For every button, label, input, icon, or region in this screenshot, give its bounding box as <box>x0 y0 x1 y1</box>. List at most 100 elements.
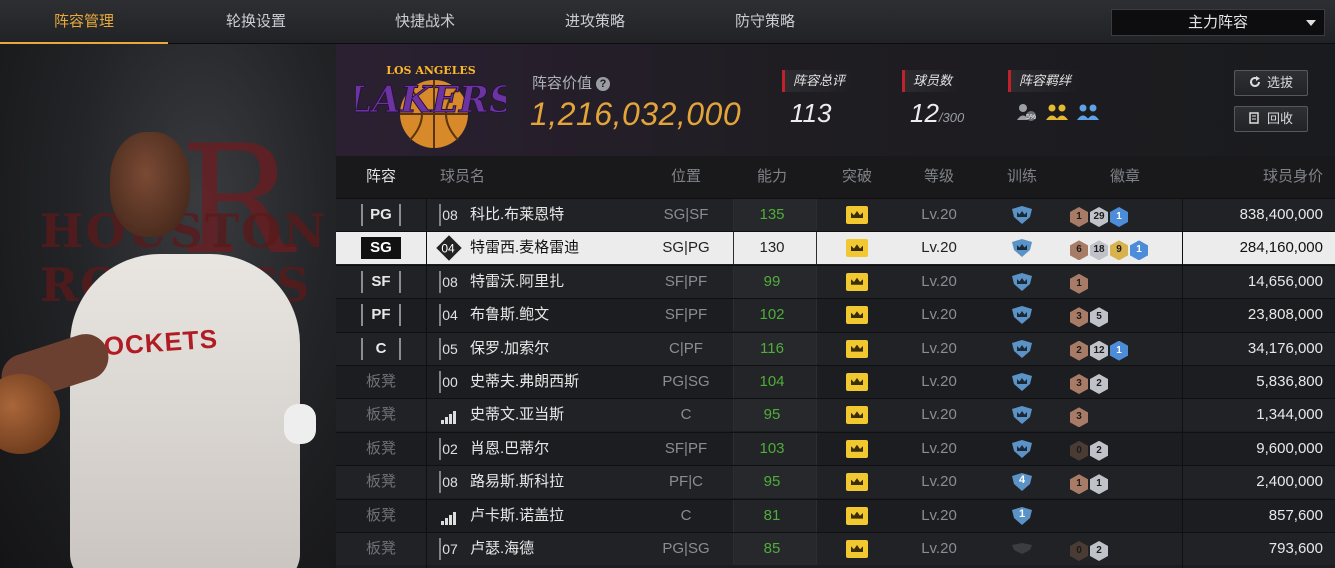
player-name[interactable]: 卢瑟.海德 <box>470 533 650 565</box>
table-row[interactable]: 板凳 00 史蒂夫.弗朗西斯 PG|SG 104 Lv.20 3 2 5,836,800 <box>336 365 1335 398</box>
badge-bronze-icon[interactable]: 6 <box>1070 240 1088 261</box>
badge-dark-icon[interactable]: 0 <box>1070 440 1088 461</box>
training-shield-icon[interactable] <box>1010 239 1034 258</box>
badge-bronze-icon[interactable]: 1 <box>1070 474 1088 495</box>
bond-people-grey-icon[interactable]: 5% <box>1016 102 1038 122</box>
badge-silver-icon[interactable]: 18 <box>1090 240 1108 261</box>
table-row[interactable]: PF 04 布鲁斯.鲍文 SF|PF 102 Lv.20 3 5 23,808,000 <box>336 298 1335 332</box>
crown-icon[interactable] <box>846 406 868 425</box>
badge-blue-icon[interactable]: 1 <box>1110 207 1128 227</box>
training-shield-icon[interactable] <box>1010 406 1034 425</box>
badge-silver-icon[interactable]: 5 <box>1090 307 1108 328</box>
tab-quick-tactics[interactable]: 快捷战术 <box>340 0 510 44</box>
crown-icon[interactable] <box>846 506 868 525</box>
training-shield-icon[interactable]: 4 <box>1010 473 1034 492</box>
badge-bronze-icon[interactable]: 3 <box>1070 374 1088 394</box>
tab-defense-strategy[interactable]: 防守策略 <box>680 0 850 44</box>
player-name[interactable]: 科比.布莱恩特 <box>470 199 650 231</box>
header-badges[interactable]: 徽章 <box>1070 156 1180 198</box>
player-name[interactable]: 史蒂文.亚当斯 <box>470 399 650 431</box>
training-shield-icon[interactable] <box>1010 272 1034 291</box>
badge-silver-icon[interactable]: 2 <box>1090 541 1108 561</box>
crown-icon[interactable] <box>846 473 868 492</box>
bench-slot-label[interactable]: 板凳 <box>366 473 396 490</box>
player-name[interactable]: 肖恩.巴蒂尔 <box>470 433 650 465</box>
table-row[interactable]: SG 04 特雷西.麦格雷迪 SG|PG 130 Lv.20 6 18 9 1 284,160,00… <box>336 231 1335 265</box>
badge-silver-icon[interactable]: 2 <box>1090 440 1108 461</box>
badge-bronze-icon[interactable]: 1 <box>1070 273 1088 294</box>
crown-icon[interactable] <box>846 239 868 258</box>
crown-icon[interactable] <box>846 439 868 458</box>
tab-lineup-management[interactable]: 阵容管理 <box>0 0 168 44</box>
crown-icon[interactable] <box>846 373 868 391</box>
bond-people-gold-icon[interactable] <box>1046 102 1069 122</box>
badge-gold-icon[interactable]: 9 <box>1110 240 1128 261</box>
lineup-slot-badge[interactable]: PG <box>361 204 401 226</box>
badge-silver-icon[interactable]: 29 <box>1090 207 1108 227</box>
badge-silver-icon[interactable]: 1 <box>1090 474 1108 495</box>
training-shield-empty-icon[interactable] <box>1010 540 1034 558</box>
player-name[interactable]: 特雷西.麦格雷迪 <box>470 232 650 264</box>
tab-offense-strategy[interactable]: 进攻策略 <box>510 0 680 44</box>
recycle-button[interactable]: 回收 <box>1234 106 1308 132</box>
badge-bronze-icon[interactable]: 2 <box>1070 340 1088 361</box>
bench-slot-label[interactable]: 板凳 <box>366 406 396 423</box>
bond-people-blue-icon[interactable] <box>1076 102 1099 122</box>
player-name[interactable]: 史蒂夫.弗朗西斯 <box>470 366 650 398</box>
header-training[interactable]: 训练 <box>981 156 1063 198</box>
crown-icon[interactable] <box>846 272 868 291</box>
badge-bronze-icon[interactable]: 3 <box>1070 407 1088 428</box>
badge-blue-icon[interactable]: 1 <box>1110 340 1128 361</box>
training-shield-icon[interactable] <box>1010 439 1034 458</box>
header-player-name[interactable]: 球员名 <box>440 156 500 198</box>
badge-silver-icon[interactable]: 2 <box>1090 374 1108 394</box>
header-breakthrough[interactable]: 突破 <box>817 156 897 198</box>
table-row[interactable]: SF 08 特雷沃.阿里扎 SF|PF 99 Lv.20 1 14,656,000 <box>336 264 1335 298</box>
bench-slot-label[interactable]: 板凳 <box>366 440 396 457</box>
table-row[interactable]: 板凳 卢卡斯.诺盖拉 C 81 Lv.20 1 857,600 <box>336 498 1335 532</box>
header-ability[interactable]: 能力 <box>733 156 811 198</box>
bench-slot-label[interactable]: 板凳 <box>366 373 396 390</box>
table-row[interactable]: 板凳 07 卢瑟.海德 PG|SG 85 Lv.20 0 2 793,600 <box>336 532 1335 565</box>
crown-icon[interactable] <box>846 206 868 224</box>
lineup-dropdown[interactable]: 主力阵容 <box>1111 9 1325 36</box>
jersey-number-text: 08 <box>442 474 458 491</box>
player-name[interactable]: 特雷沃.阿里扎 <box>470 266 650 298</box>
training-shield-icon[interactable] <box>1010 306 1034 325</box>
lineup-slot-badge[interactable]: C <box>361 337 401 360</box>
badge-silver-icon[interactable]: 12 <box>1090 340 1108 361</box>
player-name[interactable]: 路易斯.斯科拉 <box>470 466 650 498</box>
bench-slot-label[interactable]: 板凳 <box>366 507 396 524</box>
header-position[interactable]: 位置 <box>646 156 726 198</box>
crown-icon[interactable] <box>846 339 868 358</box>
training-shield-icon[interactable]: 1 <box>1010 506 1034 525</box>
training-shield-icon[interactable] <box>1010 206 1034 224</box>
badge-dark-icon[interactable]: 0 <box>1070 541 1088 561</box>
bench-slot-label[interactable]: 板凳 <box>366 540 396 557</box>
training-shield-icon[interactable] <box>1010 373 1034 391</box>
lineup-slot-badge[interactable]: SF <box>361 270 401 293</box>
lineup-slot-badge[interactable]: SG <box>361 237 401 260</box>
lineup-slot-badge[interactable]: PF <box>361 304 401 327</box>
training-cell: 1 <box>981 500 1063 532</box>
training-shield-icon[interactable] <box>1010 339 1034 358</box>
table-row[interactable]: 板凳 史蒂文.亚当斯 C 95 Lv.20 3 1,344,000 <box>336 398 1335 432</box>
help-icon[interactable]: ? <box>596 77 611 91</box>
table-row[interactable]: C 05 保罗.加索尔 C|PF 116 Lv.20 2 12 1 34,176,000 <box>336 331 1335 365</box>
table-row[interactable]: 板凳 02 肖恩.巴蒂尔 SF|PF 103 Lv.20 0 2 9,600,000 <box>336 431 1335 465</box>
table-row[interactable]: 板凳 08 路易斯.斯科拉 PF|C 95 Lv.20 4 1 1 2,400,000 <box>336 465 1335 499</box>
badge-blue-icon[interactable]: 1 <box>1130 240 1148 261</box>
crown-icon[interactable] <box>846 540 868 558</box>
player-name[interactable]: 卢卡斯.诺盖拉 <box>470 500 650 532</box>
header-lineup[interactable]: 阵容 <box>336 156 426 198</box>
tab-rotation-settings[interactable]: 轮换设置 <box>168 0 344 44</box>
badge-bronze-icon[interactable]: 3 <box>1070 307 1088 328</box>
header-player-value[interactable]: 球员身价 <box>1206 156 1323 198</box>
player-name[interactable]: 保罗.加索尔 <box>470 333 650 365</box>
crown-icon[interactable] <box>846 306 868 325</box>
draft-button[interactable]: 选拔 <box>1234 70 1308 96</box>
badge-bronze-icon[interactable]: 1 <box>1070 207 1088 227</box>
table-row[interactable]: PG 08 科比.布莱恩特 SG|SF 135 Lv.20 1 29 1 838,400,000 <box>336 198 1335 231</box>
header-level[interactable]: 等级 <box>899 156 979 198</box>
player-name[interactable]: 布鲁斯.鲍文 <box>470 299 650 331</box>
